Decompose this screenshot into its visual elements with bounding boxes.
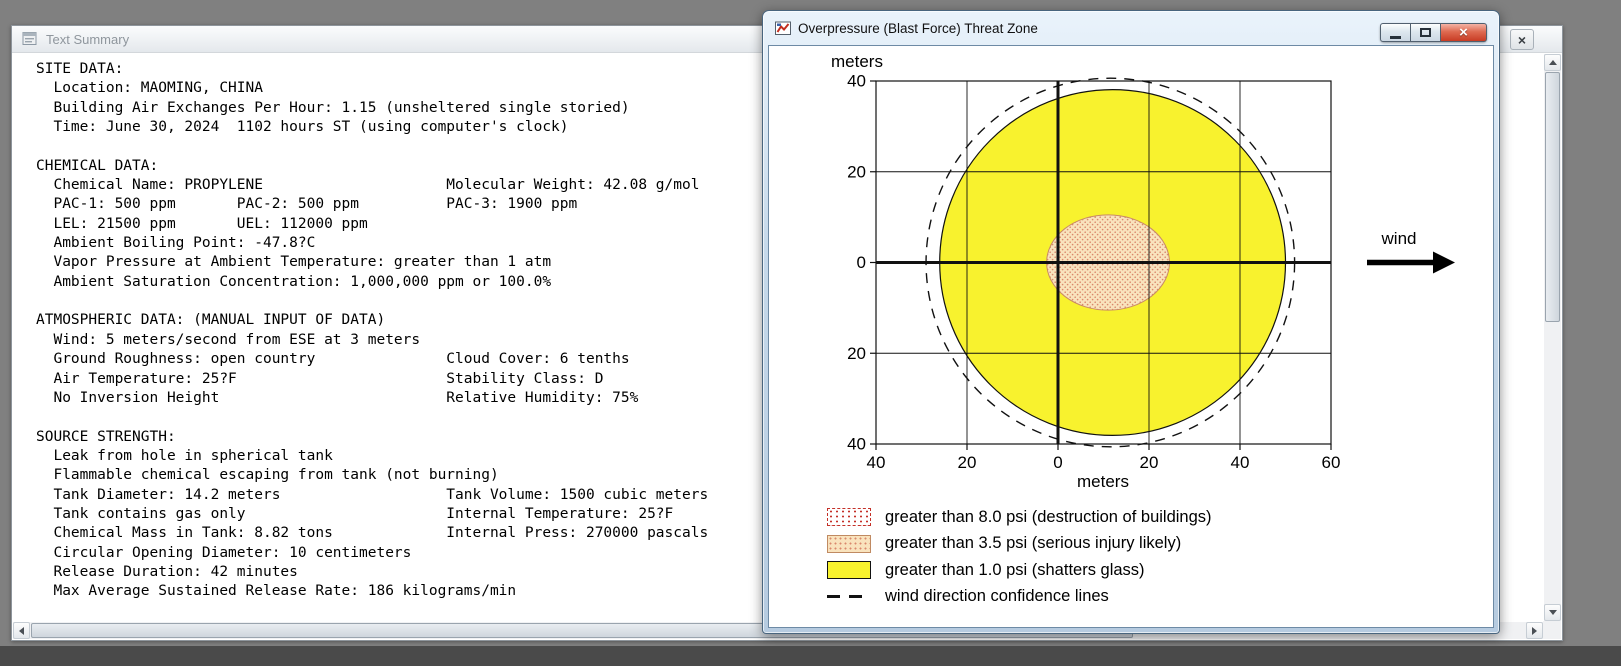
legend-item: greater than 8.0 psi (destruction of bui… bbox=[827, 504, 1212, 531]
app-bottom-frame bbox=[0, 646, 1621, 666]
legend-label: wind direction confidence lines bbox=[885, 587, 1109, 606]
threat-zone-window: Overpressure (Blast Force) Threat Zone ×… bbox=[762, 10, 1500, 634]
scroll-up-button[interactable] bbox=[1544, 54, 1561, 71]
maximize-button[interactable] bbox=[1410, 23, 1441, 42]
legend-swatch-stippled-tan bbox=[827, 534, 871, 553]
vertical-scroll-thumb[interactable] bbox=[1545, 72, 1560, 322]
maximize-icon bbox=[1420, 28, 1431, 37]
scrollbar-corner bbox=[1543, 621, 1561, 639]
x-axis-title: meters bbox=[1077, 472, 1129, 491]
threat-zone-chart: meters meters wind 40 20 0 20 40 60 40 20 0 20 40 bbox=[831, 52, 1455, 491]
y-tick-label: 40 bbox=[847, 72, 866, 91]
wind-label: wind bbox=[1381, 229, 1417, 248]
aloha-app-frame: Text Summary × SITE DATA: Location: MAOM… bbox=[0, 0, 1621, 666]
legend-label: greater than 8.0 psi (destruction of bui… bbox=[885, 507, 1212, 526]
legend-item: wind direction confidence lines bbox=[827, 584, 1212, 611]
minimize-button[interactable] bbox=[1380, 23, 1411, 42]
window-controls: × bbox=[1380, 23, 1487, 42]
legend: greater than 8.0 psi (destruction of bui… bbox=[827, 504, 1212, 610]
scroll-left-button[interactable] bbox=[13, 622, 30, 639]
minimize-icon bbox=[1390, 35, 1401, 39]
legend-swatch-solid-yellow bbox=[827, 561, 871, 580]
document-icon bbox=[22, 32, 37, 45]
legend-item: greater than 1.0 psi (shatters glass) bbox=[827, 557, 1212, 584]
legend-label: greater than 3.5 psi (serious injury lik… bbox=[885, 534, 1182, 553]
down-arrow-icon bbox=[1548, 610, 1557, 615]
x-tick-label: 60 bbox=[1322, 453, 1341, 472]
y-tick-label: 0 bbox=[857, 253, 866, 272]
x-tick-label: 40 bbox=[1231, 453, 1250, 472]
wind-arrow: wind bbox=[1367, 229, 1455, 274]
y-tick-label: 20 bbox=[847, 344, 866, 363]
y-tick-label: 20 bbox=[847, 162, 866, 181]
scroll-right-button[interactable] bbox=[1526, 622, 1543, 639]
left-arrow-icon bbox=[19, 626, 24, 635]
up-arrow-icon bbox=[1548, 60, 1557, 65]
legend-label: greater than 1.0 psi (shatters glass) bbox=[885, 560, 1145, 579]
x-tick-label: 0 bbox=[1053, 453, 1062, 472]
text-summary-title: Text Summary bbox=[46, 31, 130, 47]
vertical-scrollbar[interactable] bbox=[1544, 54, 1561, 621]
threat-zone-content: meters meters wind 40 20 0 20 40 60 40 20 0 20 40 … bbox=[768, 45, 1494, 628]
close-button[interactable]: × bbox=[1440, 23, 1487, 42]
y-tick-label: 40 bbox=[847, 435, 866, 454]
scroll-down-button[interactable] bbox=[1544, 604, 1561, 621]
x-tick-label: 20 bbox=[1140, 453, 1159, 472]
legend-swatch-dashed-line bbox=[827, 595, 871, 599]
x-tick-label: 20 bbox=[958, 453, 977, 472]
threat-chart-icon bbox=[775, 21, 791, 35]
text-summary-close-button[interactable]: × bbox=[1510, 29, 1534, 50]
y-axis-title: meters bbox=[831, 52, 883, 71]
close-icon: × bbox=[1459, 24, 1468, 41]
threat-zone-title: Overpressure (Blast Force) Threat Zone bbox=[798, 20, 1038, 36]
legend-item: greater than 3.5 psi (serious injury lik… bbox=[827, 531, 1212, 558]
legend-swatch-dotted-red bbox=[827, 508, 871, 527]
right-arrow-icon bbox=[1532, 626, 1537, 635]
x-tick-label: 40 bbox=[867, 453, 886, 472]
